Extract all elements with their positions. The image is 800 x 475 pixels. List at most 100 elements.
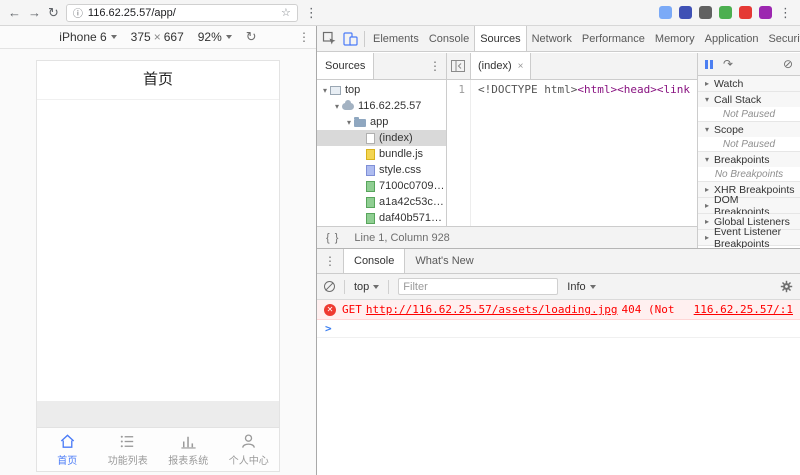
device-name: iPhone 6 bbox=[59, 30, 107, 44]
reload-icon[interactable]: ↻ bbox=[48, 6, 59, 19]
scope-header[interactable]: ▾ Scope bbox=[698, 122, 800, 137]
section-breakpoints: ▾ Breakpoints No Breakpoints bbox=[698, 152, 800, 182]
tree-item-label: 7100c07099f225e7… bbox=[379, 180, 446, 192]
list-icon bbox=[121, 435, 134, 448]
inspect-element-icon[interactable] bbox=[320, 30, 339, 48]
expander-icon: ▾ bbox=[704, 95, 709, 104]
expander-icon[interactable]: ▾ bbox=[344, 118, 354, 127]
address-bar[interactable]: ⓘ 116.62.25.57/app/ ☆ bbox=[65, 3, 298, 22]
navigator-sources-tab[interactable]: Sources bbox=[317, 53, 375, 79]
tab-elements[interactable]: Elements bbox=[368, 26, 424, 51]
scope-status: Not Paused bbox=[698, 137, 800, 151]
tab-sources[interactable]: Sources bbox=[474, 26, 527, 51]
drawer-tab-whats-new[interactable]: What's New bbox=[405, 249, 483, 273]
tree-item-domain[interactable]: ▾ 116.62.25.57 bbox=[317, 98, 446, 114]
cursor-position: Line 1, Column 928 bbox=[354, 231, 450, 244]
viewport-height[interactable]: 667 bbox=[164, 30, 184, 44]
window-menu-icon[interactable]: ⋮ bbox=[305, 6, 318, 19]
toggle-navigator-icon[interactable] bbox=[451, 60, 465, 72]
tree-item-bundle-js[interactable]: bundle.js bbox=[317, 146, 446, 162]
forward-icon[interactable]: → bbox=[28, 6, 41, 19]
site-info-icon[interactable]: ⓘ bbox=[73, 5, 83, 20]
rotate-device-icon[interactable]: ↻ bbox=[246, 29, 257, 45]
extension-icon[interactable] bbox=[699, 6, 712, 19]
debugger-sidebar: ↷ ⊘ ▸ Watch ▾ Call Stack Not Paused ▾ Scope… bbox=[697, 53, 800, 248]
pretty-print-icon[interactable]: { } bbox=[317, 232, 348, 244]
bookmark-star-icon[interactable]: ☆ bbox=[281, 6, 291, 19]
browser-menu-icon[interactable]: ⋮ bbox=[779, 6, 792, 19]
tab-console[interactable]: Console bbox=[424, 26, 474, 51]
device-toggle-icon[interactable] bbox=[341, 30, 360, 48]
chevron-down-icon bbox=[110, 35, 117, 39]
zoom-select[interactable]: 92% bbox=[198, 30, 232, 44]
code-line: <!DOCTYPE html><html><head><link rel="pr… bbox=[478, 83, 697, 96]
tree-item-index[interactable]: (index) bbox=[317, 130, 446, 146]
extension-icon[interactable] bbox=[679, 6, 692, 19]
tab-memory[interactable]: Memory bbox=[650, 26, 700, 51]
expander-icon[interactable]: ▾ bbox=[320, 86, 330, 95]
expander-icon: ▸ bbox=[704, 79, 709, 88]
phone-tab-personal-center[interactable]: 个人中心 bbox=[219, 428, 280, 471]
phone-tabbar: 首页 功能列表 报表系统 个人中心 bbox=[37, 427, 279, 471]
tree-item-app-folder[interactable]: ▾ app bbox=[317, 114, 446, 130]
tab-application[interactable]: Application bbox=[700, 26, 764, 51]
chevron-down-icon bbox=[373, 284, 380, 289]
call-stack-header[interactable]: ▾ Call Stack bbox=[698, 92, 800, 107]
deactivate-breakpoints-icon[interactable]: ⊘ bbox=[783, 58, 793, 70]
expander-icon: ▸ bbox=[704, 185, 709, 194]
console-settings-gear-icon[interactable] bbox=[780, 280, 793, 293]
watch-header[interactable]: ▸ Watch bbox=[698, 76, 800, 91]
image-file-icon bbox=[366, 180, 375, 192]
drawer-tab-console[interactable]: Console bbox=[343, 249, 406, 273]
extension-icon[interactable] bbox=[719, 6, 732, 19]
expander-icon[interactable]: ▾ bbox=[332, 102, 342, 111]
viewport-width[interactable]: 375 bbox=[131, 30, 151, 44]
cloud-icon bbox=[342, 99, 354, 110]
close-tab-icon[interactable]: × bbox=[518, 61, 524, 72]
stylesheet-file-icon bbox=[366, 164, 375, 176]
navigator-menu-icon[interactable]: ⋮ bbox=[424, 59, 446, 73]
breakpoints-header[interactable]: ▾ Breakpoints bbox=[698, 152, 800, 167]
filter-input[interactable] bbox=[398, 278, 559, 295]
error-source-link[interactable]: 116.62.25.57/:1 bbox=[686, 303, 793, 316]
tree-item-label: bundle.js bbox=[379, 148, 424, 160]
extension-icon[interactable] bbox=[659, 6, 672, 19]
viewport-dimensions: 375 × 667 bbox=[131, 30, 184, 44]
device-toolbar-menu-icon[interactable]: ⋮ bbox=[298, 30, 310, 44]
tree-item-style-css[interactable]: style.css bbox=[317, 162, 446, 178]
back-icon[interactable]: ← bbox=[8, 6, 21, 19]
call-stack-status: Not Paused bbox=[698, 107, 800, 121]
browser-toolbar: ← → ↻ ⓘ 116.62.25.57/app/ ☆ ⋮ ⋮ bbox=[0, 0, 800, 26]
pause-icon[interactable] bbox=[705, 59, 713, 69]
dom-breakpoints-header[interactable]: ▸ DOM Breakpoints bbox=[698, 194, 800, 218]
tab-security[interactable]: Security bbox=[763, 26, 800, 51]
tree-item-image-1[interactable]: 7100c07099f225e7… bbox=[317, 178, 446, 194]
phone-tab-home[interactable]: 首页 bbox=[37, 428, 98, 471]
tree-item-image-3[interactable]: daf40b57160c5b69… bbox=[317, 210, 446, 226]
tree-item-top[interactable]: ▾ top bbox=[317, 82, 446, 98]
tab-network[interactable]: Network bbox=[527, 26, 577, 51]
code-area[interactable]: 1 <!DOCTYPE html><html><head><link rel="… bbox=[447, 80, 697, 226]
log-level-selector[interactable]: Info bbox=[567, 280, 596, 293]
editor-tab-index[interactable]: (index) × bbox=[470, 53, 532, 79]
step-over-icon[interactable]: ↷ bbox=[723, 58, 733, 70]
phone-tab-report-system[interactable]: 报表系统 bbox=[158, 428, 219, 471]
tree-item-label: style.css bbox=[379, 164, 422, 176]
editor-tab-label: (index) bbox=[478, 60, 512, 72]
device-select[interactable]: iPhone 6 bbox=[59, 30, 117, 44]
extension-icon[interactable] bbox=[739, 6, 752, 19]
tree-item-image-2[interactable]: a1a42c53c77b10cb… bbox=[317, 194, 446, 210]
log-level-label: Info bbox=[567, 280, 586, 293]
clear-console-icon[interactable] bbox=[324, 281, 335, 292]
tree-item-label: 116.62.25.57 bbox=[358, 100, 422, 112]
tab-performance[interactable]: Performance bbox=[577, 26, 650, 51]
phone-tab-label: 首页 bbox=[57, 456, 78, 467]
chevron-down-icon bbox=[589, 284, 596, 289]
console-prompt[interactable]: > bbox=[317, 320, 800, 338]
drawer-menu-icon[interactable]: ⋮ bbox=[317, 254, 343, 268]
context-selector[interactable]: top bbox=[354, 281, 380, 293]
error-url-link[interactable]: http://116.62.25.57/assets/loading.jpg bbox=[366, 303, 618, 316]
phone-tab-function-list[interactable]: 功能列表 bbox=[98, 428, 159, 471]
event-listener-breakpoints-header[interactable]: ▸ Event Listener Breakpoints bbox=[698, 226, 800, 248]
extension-icon[interactable] bbox=[759, 6, 772, 19]
